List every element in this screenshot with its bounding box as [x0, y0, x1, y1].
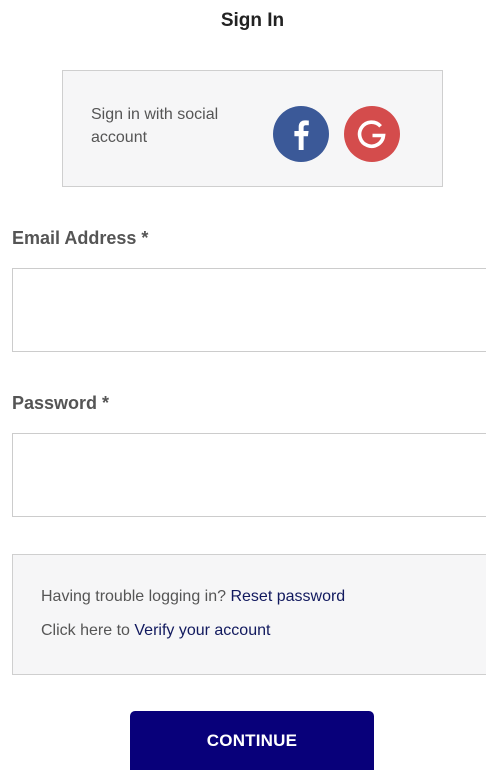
- google-icon: [357, 120, 386, 148]
- facebook-sign-in-button[interactable]: [273, 106, 329, 162]
- social-sign-in-prompt: Sign in with social account: [91, 106, 219, 146]
- verify-line: Click here to Verify your account: [41, 622, 270, 640]
- social-sign-in-panel: Sign in with social account: [62, 70, 443, 187]
- verify-account-link[interactable]: Verify your account: [134, 622, 270, 639]
- sign-in-page: Sign In Sign in with social account Emai…: [0, 0, 486, 770]
- trouble-text: Having trouble logging in?: [41, 588, 227, 605]
- continue-button[interactable]: CONTINUE: [130, 711, 374, 770]
- reset-password-link[interactable]: Reset password: [230, 588, 345, 605]
- page-title: Sign In: [220, 10, 285, 31]
- help-panel: Having trouble logging in? Reset passwor…: [12, 554, 486, 675]
- password-field[interactable]: [12, 433, 486, 517]
- facebook-icon: [294, 120, 309, 150]
- trouble-line: Having trouble logging in? Reset passwor…: [41, 588, 345, 606]
- email-label: Email Address *: [12, 228, 149, 248]
- email-field[interactable]: [12, 268, 486, 352]
- verify-text: Click here to: [41, 622, 130, 639]
- password-label: Password *: [12, 393, 110, 413]
- google-sign-in-button[interactable]: [344, 106, 400, 162]
